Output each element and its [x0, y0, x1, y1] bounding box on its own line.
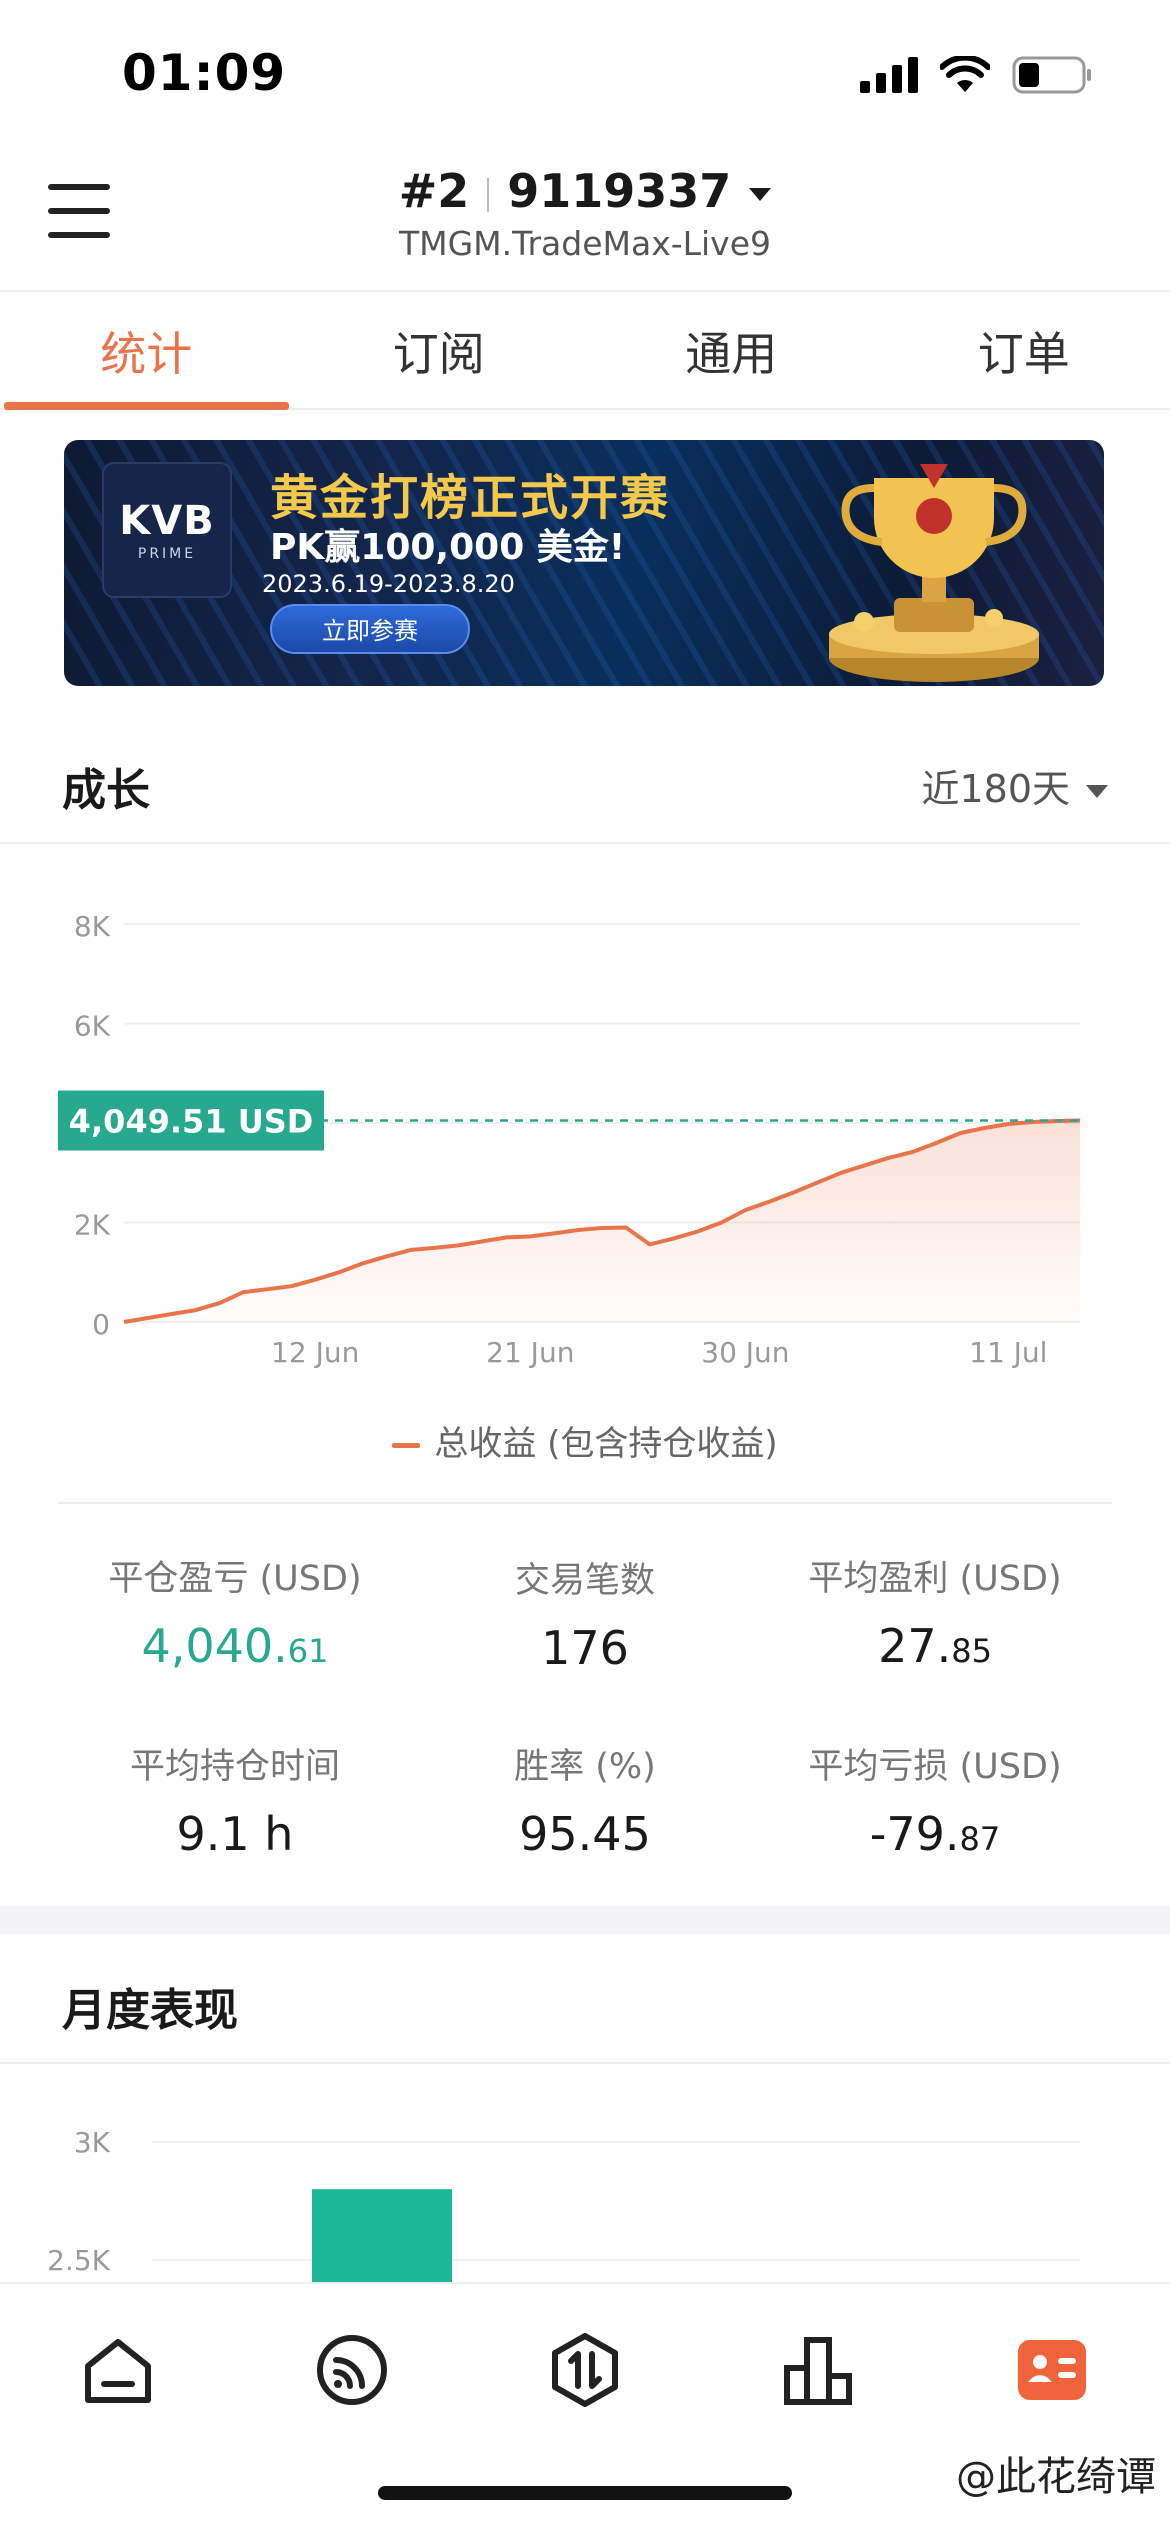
legend-swatch — [392, 1443, 421, 1448]
y-tick-label: 2K — [74, 1209, 111, 1242]
legend-label: 总收益 (包含持仓收益) — [434, 1424, 778, 1464]
battery-icon — [1012, 56, 1091, 94]
series-area — [124, 1120, 1080, 1322]
nav-home[interactable] — [78, 2330, 158, 2410]
banner-dates: 2023.6.19-2023.8.20 — [262, 570, 515, 598]
x-tick-label: 11 Jul — [969, 1336, 1047, 1369]
tab-statistics[interactable]: 统计 — [0, 292, 293, 410]
section-separator — [0, 1906, 1170, 1934]
stat-avg-profit: 平均盈利 (USD) 27.85 — [808, 1559, 1062, 1673]
account-number: 9119337 — [507, 164, 732, 218]
current-value-label: 4,049.51 USD — [69, 1103, 314, 1141]
ranking-icon — [784, 2337, 852, 2405]
account-index: #2 — [398, 164, 470, 218]
stat-avg-hold-time: 平均持仓时间 9.1 h — [129, 1747, 340, 1861]
monthly-chart: 2.5K 3K — [0, 2062, 1170, 2286]
range-selector[interactable]: 近180天 — [921, 758, 1108, 813]
profile-card-icon — [1018, 2340, 1086, 2400]
tab-bar: 统计 订阅 通用 订单 — [0, 290, 1170, 410]
status-time: 01:09 — [122, 44, 287, 102]
nav-rankings[interactable] — [778, 2330, 858, 2410]
account-header: #2 9119337 TMGM.TradeMax-Live9 — [0, 150, 1170, 290]
home-indicator[interactable] — [378, 2486, 792, 2500]
chart-legend: 总收益 (包含持仓收益) — [0, 1416, 1170, 1465]
tab-orders[interactable]: 订单 — [878, 292, 1170, 408]
banner-subtitle: PK赢100,000 美金! — [270, 527, 626, 568]
monthly-bar — [312, 2189, 452, 2286]
chevron-down-icon — [749, 188, 772, 201]
caret-down-icon — [1086, 785, 1108, 798]
kvb-logo: KVB PRIME — [102, 462, 232, 598]
promo-banner[interactable]: KVB PRIME 黄金打榜正式开赛 PK赢100,000 美金! 2023.6… — [64, 440, 1104, 686]
account-selector[interactable]: #2 9119337 — [0, 164, 1170, 218]
growth-title: 成长 — [62, 765, 150, 816]
y-tick-label: 2.5K — [47, 2244, 111, 2277]
range-selector-label: 近180天 — [921, 767, 1070, 811]
y-tick-label: 0 — [92, 1308, 110, 1341]
growth-chart-svg: 0 2K 6K 8K 12 Jun 21 Jun 30 Jun 11 Jul 4,049.51 … — [58, 910, 1081, 1369]
server-name: TMGM.TradeMax-Live9 — [398, 224, 772, 263]
monthly-title: 月度表现 — [62, 1985, 238, 2036]
nav-profile[interactable] — [1012, 2330, 1092, 2410]
status-bar: 01:09 — [0, 0, 1170, 150]
join-now-button[interactable]: 立即参赛 — [270, 604, 470, 654]
divider — [58, 1502, 1112, 1504]
nav-signals[interactable] — [312, 2330, 392, 2410]
y-tick-label: 8K — [74, 910, 111, 943]
growth-section-header: 成长 近180天 — [0, 722, 1170, 840]
tab-subscriptions[interactable]: 订阅 — [293, 292, 586, 408]
signal-icon — [317, 2335, 387, 2405]
nav-trade[interactable] — [545, 2330, 625, 2410]
watermark: @此花绮谭 — [956, 2454, 1156, 2500]
stat-trade-count: 交易笔数 176 — [514, 1561, 655, 1675]
x-tick-label: 21 Jun — [486, 1336, 574, 1369]
wifi-icon — [940, 56, 990, 92]
y-tick-label: 6K — [74, 1010, 111, 1043]
cellular-signal-icon — [860, 57, 918, 93]
trophy-icon — [829, 464, 1039, 682]
monthly-section-header: 月度表现 — [0, 1942, 1170, 2060]
trade-icon — [552, 2333, 618, 2407]
stat-closed-pnl: 平仓盈亏 (USD) 4,040.61 — [108, 1559, 362, 1673]
y-tick-label: 3K — [74, 2126, 111, 2159]
x-tick-label: 12 Jun — [271, 1336, 359, 1369]
monthly-chart-svg: 2.5K 3K — [47, 2126, 1080, 2286]
stat-avg-loss: 平均亏损 (USD) -79.87 — [808, 1747, 1062, 1861]
status-icons — [860, 56, 1092, 94]
x-tick-label: 30 Jun — [701, 1336, 789, 1369]
tab-general[interactable]: 通用 — [585, 292, 878, 408]
home-icon — [85, 2339, 151, 2403]
growth-chart: 0 2K 6K 8K 12 Jun 21 Jun 30 Jun 11 Jul 4,049.51 … — [0, 842, 1170, 1482]
stat-win-rate: 胜率 (%) 95.45 — [514, 1747, 656, 1861]
